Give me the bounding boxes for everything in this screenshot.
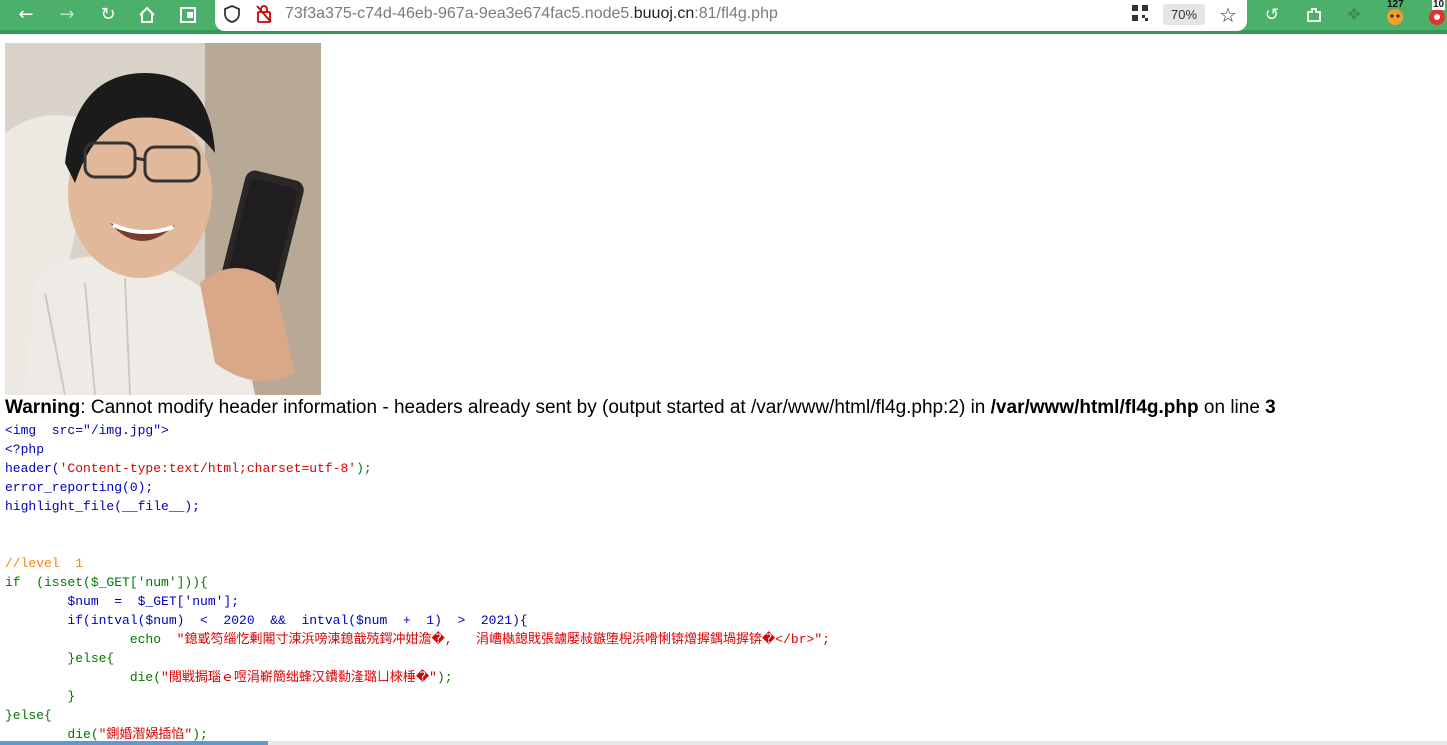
code-line: echo "鎴戜笉缁忔剰闂寸湅浜嗙湅鎴戠殑鍔冲姏澹�, 涓嶆槸鎴戝張鐪嬮敊鏃堕棿… [5, 630, 830, 649]
star-icon[interactable]: ☆ [1217, 4, 1239, 26]
code-line: $num = $_GET['num']; [5, 594, 240, 609]
browser-toolbar: ← → ↻ 73f3a375-c74d-46eb-967a-9ea3e674fa… [0, 0, 1447, 34]
code-token: header( [5, 461, 60, 476]
code-token: ); [356, 461, 372, 476]
zoom-level[interactable]: 70% [1163, 4, 1205, 25]
page-image [5, 43, 321, 395]
home-icon[interactable] [133, 2, 161, 28]
code-line: die("閲戦挶瑙ｅ喅涓嶄簡绌蜂汉鐨勬湰璐ㄩ棶棰�"); [5, 668, 830, 687]
code-line: header('Content-type:text/html;charset=u… [5, 459, 830, 478]
scrollbar-thumb[interactable] [0, 741, 268, 745]
history-icon[interactable]: ↺ [1258, 2, 1286, 28]
horizontal-scrollbar[interactable] [0, 741, 1447, 745]
qr-icon[interactable] [1129, 4, 1151, 26]
ext-badge-count-2: 10 [1432, 0, 1446, 10]
insecure-icon[interactable] [253, 4, 275, 26]
code-line: error_reporting(0); [5, 480, 154, 495]
source-code: <img src="/img.jpg"> <?php header('Content… [5, 421, 830, 744]
code-line: <?php [5, 442, 45, 457]
reload-icon[interactable]: ↻ [94, 2, 122, 28]
code-token: "閲戦挶瑙ｅ喅涓嶄簡绌蜂汉鐨勬湰璐ㄩ棶棰�" [161, 670, 437, 685]
php-warning: Warning: Cannot modify header informatio… [5, 397, 1276, 418]
code-token: 'Content-type:text/html;charset=utf-8' [59, 461, 357, 476]
address-bar[interactable]: 73f3a375-c74d-46eb-967a-9ea3e674fac5.nod… [215, 0, 1247, 31]
gear-icon[interactable]: ❖ [1340, 2, 1368, 28]
forward-icon[interactable]: → [53, 2, 81, 28]
code-line: } [5, 689, 76, 704]
ext-badge-count: 127 [1387, 0, 1404, 10]
tab-icon[interactable] [174, 2, 202, 28]
code-token: "鍘婚潪娲插惂" [98, 727, 193, 742]
code-line: //level 1 [5, 556, 84, 571]
shield-icon[interactable] [221, 4, 243, 26]
code-token: ); [192, 727, 208, 742]
code-token: die( [5, 670, 162, 685]
code-line: if (isset($_GET['num'])){ [5, 575, 208, 590]
code-token: die( [5, 727, 99, 742]
extensions-icon[interactable] [1300, 2, 1328, 28]
code-token: echo [5, 632, 177, 647]
back-icon[interactable]: ← [12, 2, 40, 28]
code-token: "鎴戜笉缁忔剰闂寸湅浜嗙湅鎴戠殑鍔冲姏澹�, 涓嶆槸鎴戝張鐪嬮敊鏃堕棿浜嗗悧锛熷… [176, 632, 830, 647]
code-line: if(intval($num) < 2020 && intval($num + … [5, 613, 528, 628]
code-line: <img src="/img.jpg"> [5, 423, 169, 438]
code-token: ); [436, 670, 453, 685]
code-line: highlight_file(__file__); [5, 499, 201, 514]
url-text[interactable]: 73f3a375-c74d-46eb-967a-9ea3e674fac5.nod… [285, 5, 778, 23]
code-line: }else{ [5, 708, 52, 723]
code-line: }else{ [5, 651, 115, 666]
